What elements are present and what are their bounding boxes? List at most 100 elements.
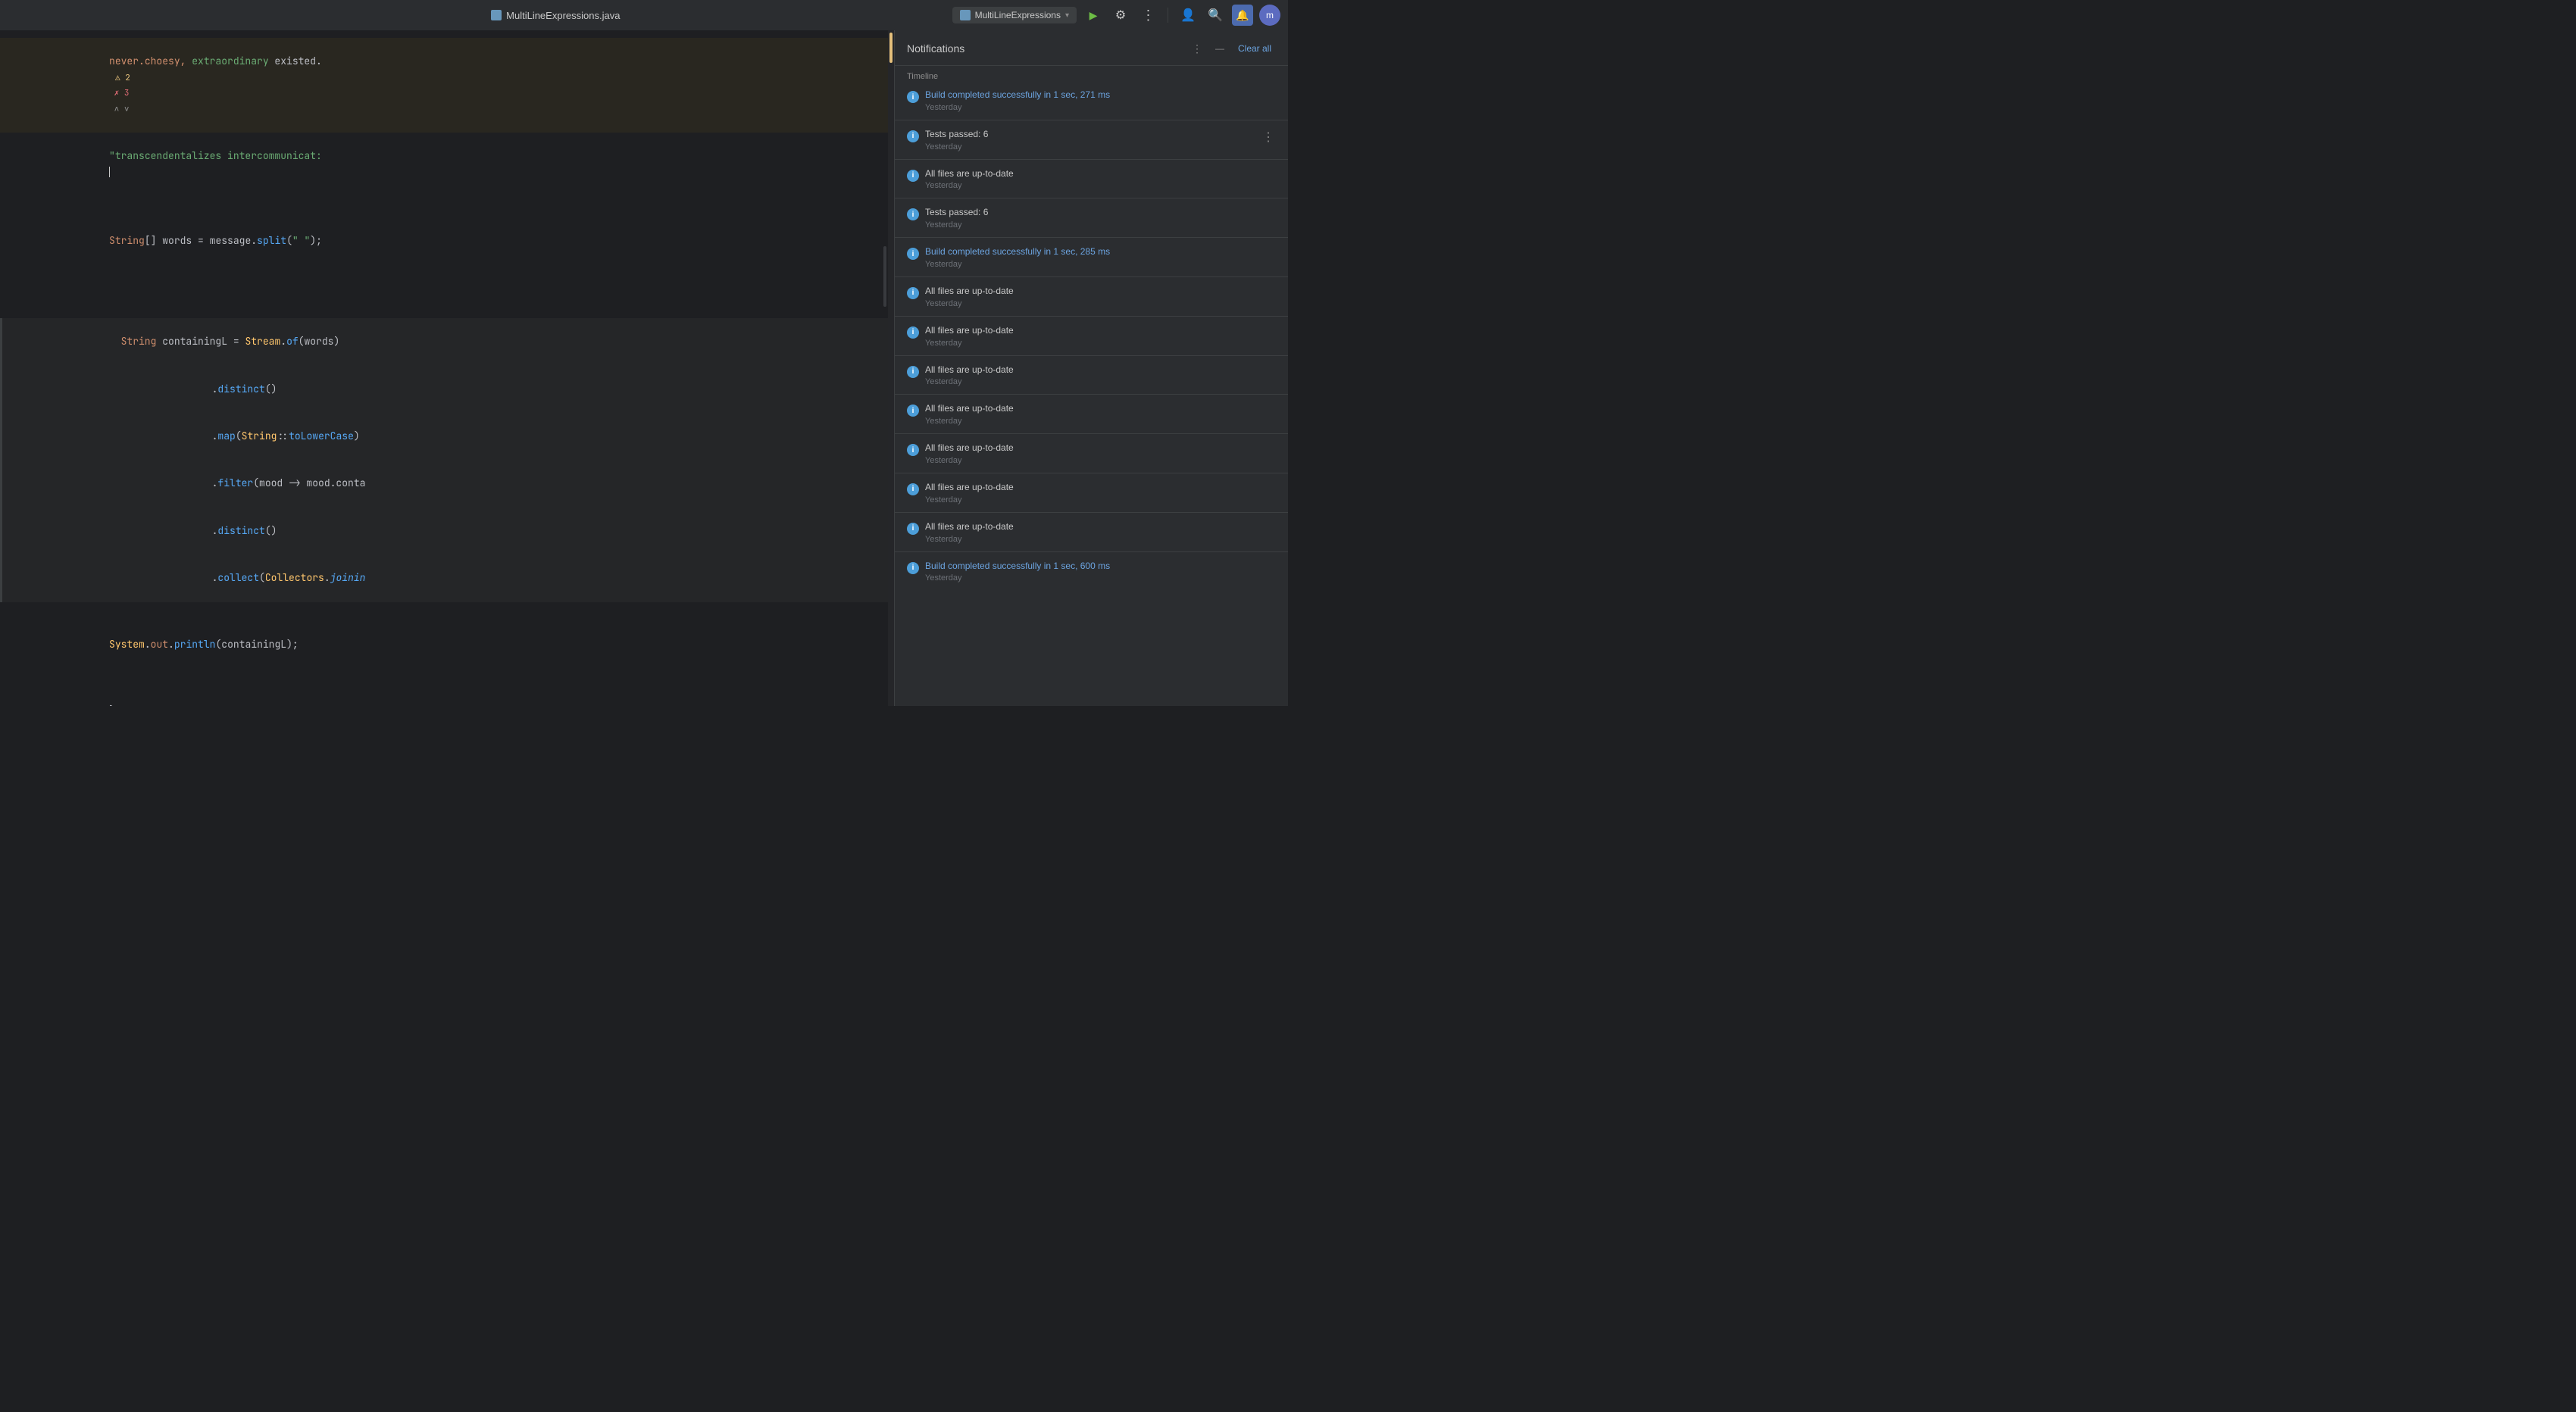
info-icon: i [907,208,919,220]
editor-area[interactable]: never.choesy, extraordinary existed. ⚠ 2… [0,30,894,706]
notification-text: All files are up-to-date [925,285,1276,298]
line-content: System.out.println(containingL); [50,621,894,668]
code-line: .collect(Collectors.joinin [0,554,894,601]
settings-button[interactable]: ⚙ [1110,5,1131,26]
notification-item: i Tests passed: 6 Yesterday [895,201,1288,234]
divider [895,237,1288,238]
info-icon: i [907,405,919,417]
code-line [0,195,894,211]
notification-item: i All files are up-to-date Yesterday [895,359,1288,392]
info-icon: i [907,444,919,456]
info-icon: i [907,483,919,495]
notification-time: Yesterday [925,181,1276,190]
notification-text: All files are up-to-date [925,520,1276,533]
notifications-list[interactable]: i Build completed successfully in 1 sec,… [895,84,1288,706]
timeline-label: Timeline [895,66,1288,84]
header-icons: ⋮ — Clear all [1188,39,1276,58]
notification-item: i All files are up-to-date Yesterday [895,280,1288,313]
line-content: String[] words = message.split(" "); [50,217,894,264]
notification-text[interactable]: Build completed successfully in 1 sec, 2… [925,245,1276,258]
divider [895,512,1288,513]
info-icon: i [907,326,919,339]
notification-text-area: All files are up-to-date Yesterday [925,442,1276,465]
notification-item: i All files are up-to-date Yesterday [895,476,1288,509]
divider [895,159,1288,160]
divider [895,433,1288,434]
notification-text-area: Build completed successfully in 1 sec, 2… [925,89,1276,112]
notification-text: All files are up-to-date [925,167,1276,180]
notification-time: Yesterday [925,103,1276,112]
notification-time: Yesterday [925,142,1255,152]
options-button[interactable]: ⋮ [1188,39,1206,58]
notifications-panel: Notifications ⋮ — Clear all Timeline i B… [894,30,1288,706]
notification-text-area: Tests passed: 6 Yesterday [925,206,1276,230]
notification-item: i All files are up-to-date Yesterday [895,163,1288,195]
code-line: String containingL = Stream.of(words) [0,318,894,365]
notification-text: All files are up-to-date [925,324,1276,337]
main-layout: never.choesy, extraordinary existed. ⚠ 2… [0,30,1288,706]
notification-item: i All files are up-to-date Yesterday [895,516,1288,548]
code-line: .distinct() [0,508,894,554]
divider [895,355,1288,356]
code-line: String[] words = message.split(" "); [0,217,894,264]
clear-all-button[interactable]: Clear all [1233,42,1276,55]
code-line: } [0,687,894,706]
notification-time: Yesterday [925,260,1276,269]
more-options-button[interactable]: ⋮ [1261,130,1276,145]
notifications-header: Notifications ⋮ — Clear all [895,30,1288,66]
code-line: System.out.println(containingL); [0,621,894,668]
chevron-down-icon: ▾ [1065,11,1069,20]
more-options-button[interactable]: ⋮ [1137,5,1158,26]
notification-text-area: All files are up-to-date Yesterday [925,285,1276,308]
notification-time: Yesterday [925,417,1276,426]
notifications-title: Notifications [907,42,964,55]
notification-text-area: All files are up-to-date Yesterday [925,167,1276,191]
notification-text: All files are up-to-date [925,402,1276,415]
line-tracker [883,246,886,307]
line-content: "transcendentalizes intercommunicat: [50,133,894,195]
notification-time: Yesterday [925,339,1276,348]
run-button[interactable]: ▶ [1083,5,1104,26]
notifications-button[interactable]: 🔔 [1232,5,1253,26]
notification-text: All files are up-to-date [925,442,1276,455]
notification-text-area: All files are up-to-date Yesterday [925,481,1276,505]
notification-time: Yesterday [925,535,1276,544]
profile-button[interactable]: 👤 [1177,5,1199,26]
notification-text[interactable]: Build completed successfully in 1 sec, 2… [925,89,1276,102]
line-content: never.choesy, extraordinary existed. ⚠ 2… [50,38,894,133]
code-line: "transcendentalizes intercommunicat: [0,133,894,195]
divider [895,394,1288,395]
info-icon: i [907,523,919,535]
run-config[interactable]: MultiLineExpressions ▾ [952,7,1077,23]
title-bar-center: MultiLineExpressions.java [491,10,620,21]
notification-text: All files are up-to-date [925,364,1276,376]
minimap-warning-marker [889,33,893,63]
notification-item: i All files are up-to-date Yesterday [895,398,1288,430]
minimize-button[interactable]: — [1211,39,1229,58]
title-bar-right: MultiLineExpressions ▾ ▶ ⚙ ⋮ 👤 🔍 🔔 m [952,5,1280,26]
notification-text[interactable]: Build completed successfully in 1 sec, 6… [925,560,1276,573]
code-line: .map(String::toLowerCase) [0,413,894,460]
filename: MultiLineExpressions.java [506,10,620,21]
run-config-name: MultiLineExpressions [975,10,1061,20]
notification-text: Tests passed: 6 [925,206,1276,219]
notification-item: i Build completed successfully in 1 sec,… [895,241,1288,273]
code-content: never.choesy, extraordinary existed. ⚠ 2… [0,30,894,706]
notification-time: Yesterday [925,573,1276,583]
divider [895,276,1288,277]
code-line [0,605,894,621]
notification-item: i All files are up-to-date Yesterday [895,320,1288,352]
code-line [0,296,894,312]
search-button[interactable]: 🔍 [1205,5,1226,26]
notification-text: All files are up-to-date [925,481,1276,494]
file-icon [491,10,502,20]
notification-time: Yesterday [925,377,1276,386]
notification-text-area: All files are up-to-date Yesterday [925,520,1276,544]
notification-text-area: All files are up-to-date Yesterday [925,324,1276,348]
notification-time: Yesterday [925,456,1276,465]
run-config-icon [960,10,971,20]
notification-item: i Tests passed: 6 Yesterday ⋮ [895,123,1288,156]
notification-text: Tests passed: 6 [925,128,1255,141]
notification-item: i Build completed successfully in 1 sec,… [895,84,1288,117]
info-icon: i [907,366,919,378]
